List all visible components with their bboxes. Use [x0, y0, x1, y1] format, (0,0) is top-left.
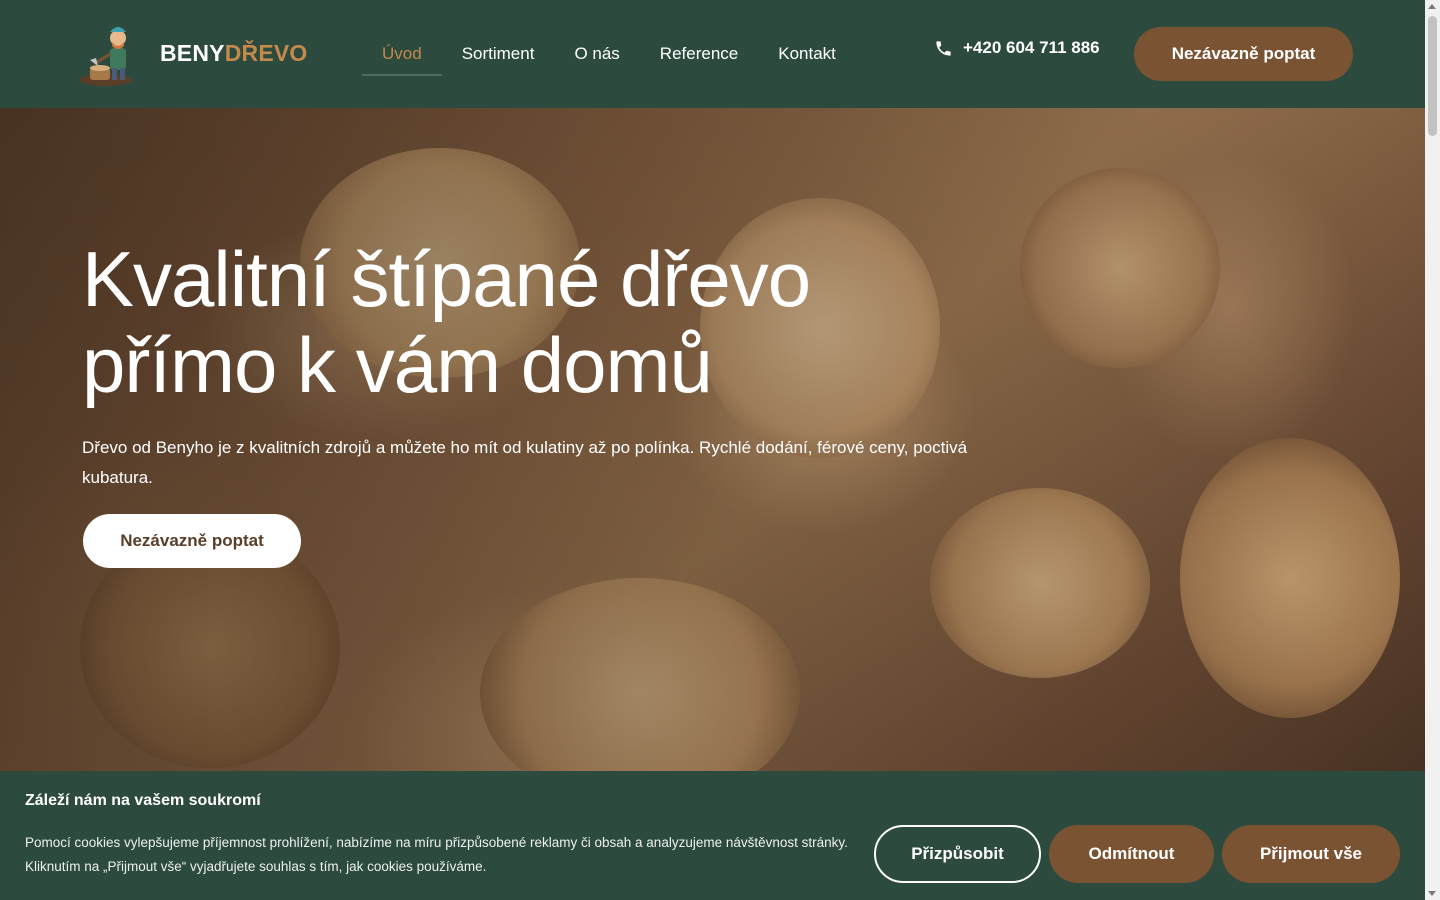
hero-title-line1: Kvalitní štípané dřevo	[82, 235, 811, 323]
hero-subtitle: Dřevo od Benyho je z kvalitních zdrojů a…	[82, 438, 968, 487]
brand-name-part2: DŘEVO	[224, 39, 308, 66]
phone-icon	[936, 40, 951, 56]
nav-item-sortiment[interactable]: Sortiment	[442, 0, 555, 108]
nav-item-kontakt[interactable]: Kontakt	[758, 0, 856, 108]
hero-inquiry-button[interactable]: Nezávazně poptat	[83, 514, 301, 568]
cookie-text: Pomocí cookies vylepšujeme příjemnost pr…	[25, 835, 848, 874]
logo[interactable]: BENYDŘEVO	[76, 18, 308, 88]
hero-section: Kvalitní štípané dřevo přímo k vám domů …	[0, 108, 1425, 771]
main-nav: Úvod Sortiment O nás Reference Kontakt	[362, 0, 856, 108]
header-inquiry-button[interactable]: Nezávazně poptat	[1134, 27, 1353, 81]
nav-item-uvod[interactable]: Úvod	[362, 0, 442, 108]
brand-name: BENYDŘEVO	[160, 40, 308, 67]
phone-number: +420 604 711 886	[963, 38, 1100, 57]
hero-title-line2: přímo k vám domů	[82, 321, 713, 409]
site-header: BENYDŘEVO Úvod Sortiment O nás Reference…	[0, 0, 1425, 108]
hero-title: Kvalitní štípané dřevo přímo k vám domů	[82, 236, 982, 408]
scroll-thumb[interactable]	[1428, 16, 1437, 136]
nav-item-reference[interactable]: Reference	[640, 0, 758, 108]
cookie-accept-button[interactable]: Přijmout vše	[1222, 825, 1400, 883]
scroll-down-icon[interactable]	[1428, 891, 1436, 896]
page-scrollbar[interactable]	[1425, 0, 1440, 900]
nav-item-o-nas[interactable]: O nás	[554, 0, 639, 108]
cookie-decline-button[interactable]: Odmítnout	[1049, 825, 1214, 883]
cookie-consent-bar: Záleží nám na vašem soukromí Pomocí cook…	[0, 771, 1425, 900]
phone-link[interactable]: +420 604 711 886	[934, 38, 1100, 58]
brand-name-part1: BENY	[160, 39, 225, 66]
cookie-title: Záleží nám na vašem soukromí	[25, 792, 261, 809]
cookie-customize-button[interactable]: Přizpůsobit	[874, 825, 1041, 883]
lumberjack-logo-icon	[76, 18, 142, 88]
scroll-up-icon[interactable]	[1428, 4, 1436, 9]
